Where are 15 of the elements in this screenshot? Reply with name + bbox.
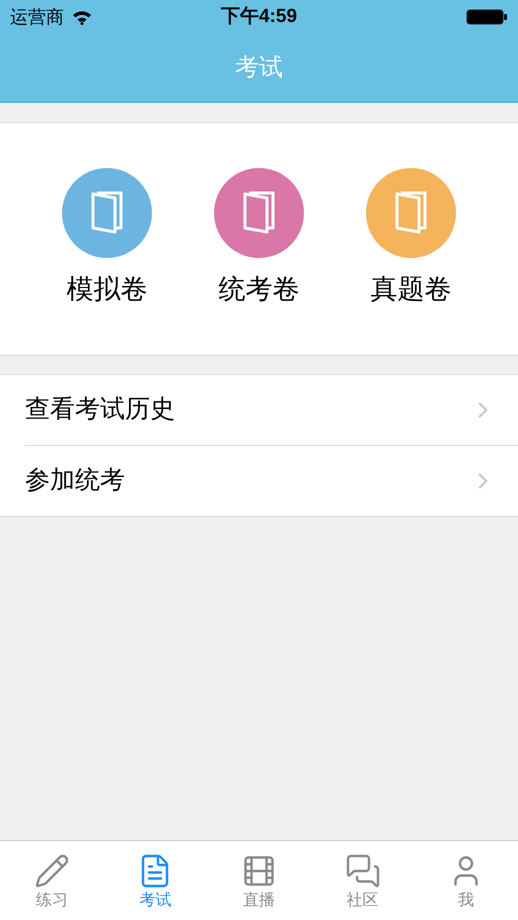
category-button[interactable]: 真题卷 xyxy=(366,168,456,303)
clock-text: 下午4:59 xyxy=(220,4,298,29)
pencil-icon xyxy=(34,852,70,888)
category-button[interactable]: 模拟卷 xyxy=(62,168,152,303)
battery-icon xyxy=(466,9,508,25)
book-icon xyxy=(89,190,125,236)
nav-title: 考试 xyxy=(235,52,283,82)
carrier-text: 运营商 xyxy=(10,6,64,28)
wifi-icon xyxy=(72,10,92,24)
book-icon xyxy=(241,190,277,236)
chat-icon xyxy=(344,852,381,888)
menu-item[interactable]: 参加统考 xyxy=(25,446,518,516)
menu-item[interactable]: 查看考试历史 xyxy=(25,375,518,445)
book-icon xyxy=(393,190,429,236)
category-button[interactable]: 统考卷 xyxy=(214,168,304,303)
